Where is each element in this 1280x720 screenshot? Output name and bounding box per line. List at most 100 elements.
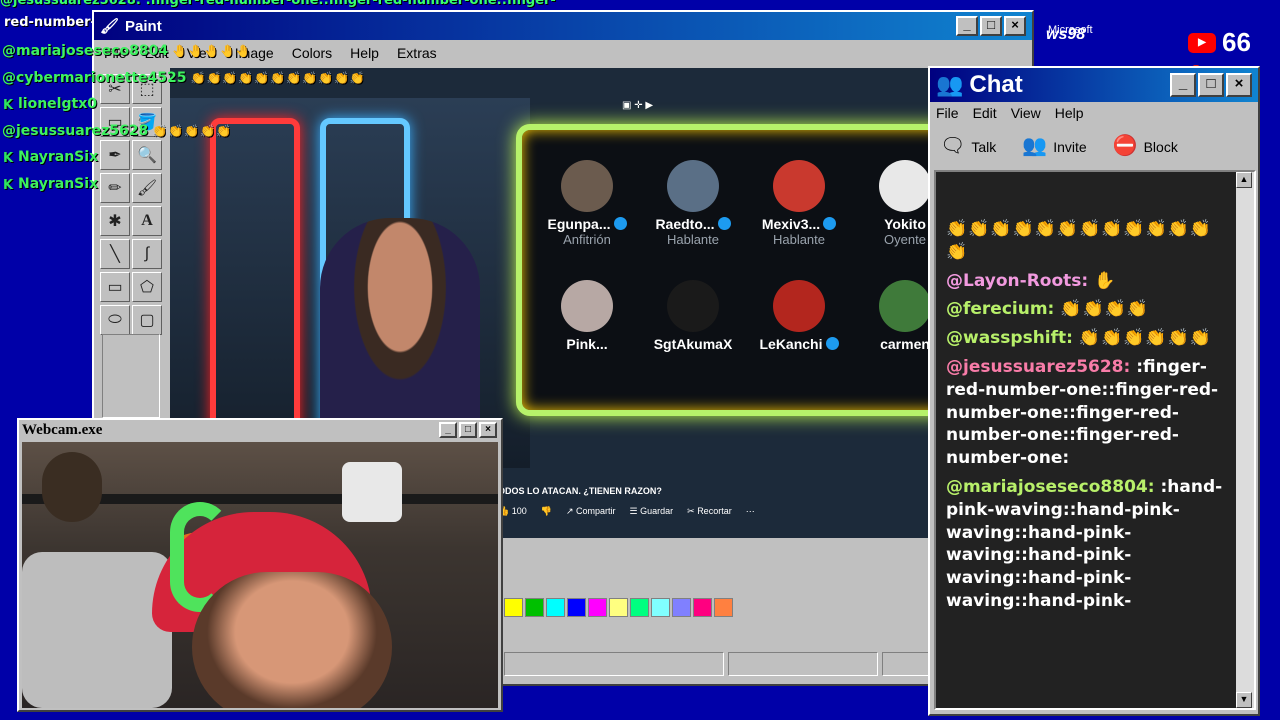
- chat-message: @jesussuarez5628: :finger-red-number-one…: [946, 356, 1232, 470]
- overlay-chat-row: @cybermarionette4525 👏👏👏👏👏👏👏👏👏👏👏: [2, 65, 1202, 92]
- chat-message: @wasspshift: 👏👏👏👏👏👏: [946, 327, 1232, 350]
- palette-swatch[interactable]: [525, 598, 544, 617]
- chat-messages[interactable]: 👏👏👏👏👏👏👏👏👏👏👏👏👏 @Layon-Roots: ✋ @ferecium: 👏…: [934, 170, 1256, 710]
- chair: [22, 552, 172, 708]
- maximize-button[interactable]: □: [459, 422, 477, 438]
- speaker-name: Raedto...: [638, 216, 748, 232]
- speaker-card[interactable]: Mexiv3... Hablante: [744, 160, 854, 247]
- rectangle-icon[interactable]: ▭: [100, 272, 130, 302]
- share-button[interactable]: ↗ Compartir: [566, 506, 616, 517]
- desktop: @jesussuarez5628: :finger-red-number-one…: [0, 0, 1280, 720]
- palette-swatch[interactable]: [546, 598, 565, 617]
- scrollbar[interactable]: ▲ ▼: [1236, 172, 1254, 708]
- more-icon[interactable]: ⋯: [746, 506, 755, 517]
- chat-text: 👏👏👏👏: [1060, 299, 1149, 320]
- talk-button[interactable]: 🗨 Talk: [940, 133, 996, 158]
- avatar: [879, 160, 931, 212]
- chat-message: 👏👏👏👏👏👏👏👏👏👏👏👏👏: [946, 218, 1232, 264]
- overlay-username: @mariajoseseco8804: [2, 43, 169, 60]
- speaker-card[interactable]: LeKanchi: [744, 280, 854, 352]
- users-icon: 👥: [936, 72, 964, 97]
- status-cell: [728, 652, 878, 676]
- talk-icon: 🗨: [940, 134, 966, 157]
- dislike-button[interactable]: 👎: [541, 506, 552, 517]
- palette-swatch[interactable]: [693, 598, 712, 617]
- scroll-down-icon[interactable]: ▼: [1236, 692, 1252, 708]
- chat-menu-edit[interactable]: Edit: [973, 105, 997, 121]
- tool-options[interactable]: [102, 334, 160, 418]
- chat-menu-file[interactable]: File: [936, 105, 959, 121]
- palette-swatch[interactable]: [609, 598, 628, 617]
- overlay-chat-row: K NayranSix: [2, 144, 402, 171]
- speaker-card[interactable]: Pink...: [532, 280, 642, 352]
- webcam-video: [22, 442, 498, 708]
- speaker-name: Egunpa...: [532, 216, 642, 232]
- overlay-top-line: @jesussuarez5628: :finger-red-number-one…: [0, 0, 556, 8]
- avatar: [561, 280, 613, 332]
- save-button[interactable]: ☰ Guardar: [630, 506, 674, 517]
- overlay-emotes: 👏👏👏👏👏👏👏👏👏👏👏: [190, 70, 366, 85]
- webcam-window[interactable]: Webcam.exe _ □ ×: [17, 418, 503, 712]
- chat-menu-view[interactable]: View: [1011, 105, 1041, 121]
- palette-swatch[interactable]: [630, 598, 649, 617]
- palette-swatch[interactable]: [504, 598, 523, 617]
- speaker-role: Hablante: [666, 232, 720, 247]
- chat-text: 👏👏👏👏👏👏👏👏👏👏👏👏👏: [946, 219, 1213, 262]
- ellipse-icon[interactable]: ⬭: [100, 305, 130, 335]
- minimize-button[interactable]: _: [439, 422, 457, 438]
- rounded-rect-icon[interactable]: ▢: [132, 305, 162, 335]
- palette-swatch[interactable]: [567, 598, 586, 617]
- speaker-role: Hablante: [772, 232, 826, 247]
- speaker-card[interactable]: Egunpa... Anfitrión: [532, 160, 642, 247]
- palette-swatch[interactable]: [714, 598, 733, 617]
- clip-button[interactable]: ✂ Recortar: [687, 506, 732, 517]
- curve-icon[interactable]: ∫: [132, 239, 162, 269]
- youtube-counter: ▶ 66: [1188, 27, 1251, 58]
- minimize-button[interactable]: _: [1170, 73, 1196, 97]
- color-palette: [504, 598, 733, 617]
- polygon-icon[interactable]: ⬠: [132, 272, 162, 302]
- overlay-username: @cybermarionette4525: [2, 69, 187, 86]
- line-icon[interactable]: ╲: [100, 239, 130, 269]
- speaker-card[interactable]: Raedto... Hablante: [638, 160, 748, 247]
- chat-menu-help[interactable]: Help: [1055, 105, 1084, 121]
- scroll-up-icon[interactable]: ▲: [1236, 172, 1252, 188]
- overlay-chat-row: @jesussuarez5628 👏👏👏👏👏: [2, 65, 1202, 145]
- close-button[interactable]: ×: [1004, 16, 1026, 36]
- block-button[interactable]: ⛔ Block: [1113, 133, 1178, 158]
- webcam-title: Webcam.exe: [19, 420, 501, 440]
- chat-window[interactable]: 👥 Chat _ □ × File Edit View Help 🗨 Talk 👥 Invi…: [928, 66, 1260, 716]
- palette-swatch[interactable]: [672, 598, 691, 617]
- speaker-name: SgtAkumaX: [653, 336, 733, 352]
- minimize-button[interactable]: _: [956, 16, 978, 36]
- menu-extras[interactable]: Extras: [397, 45, 437, 61]
- chat-username: @ferecium:: [946, 299, 1055, 320]
- chat-text: 👏👏👏👏👏👏: [1078, 328, 1212, 349]
- speaker-card[interactable]: SgtAkumaX: [638, 280, 748, 352]
- webcam-person: [192, 572, 392, 708]
- palette-swatch[interactable]: [651, 598, 670, 617]
- verified-icon: [823, 217, 837, 230]
- avatar: [667, 280, 719, 332]
- speaker-name: Mexiv3...: [744, 216, 854, 232]
- verified-icon: [717, 217, 731, 230]
- avatar: [773, 160, 825, 212]
- close-button[interactable]: ×: [1226, 73, 1252, 97]
- close-button[interactable]: ×: [479, 422, 497, 438]
- youtube-icon: ▶: [1188, 32, 1216, 53]
- airbrush-icon[interactable]: ✱: [100, 206, 130, 236]
- text-icon[interactable]: A: [132, 206, 162, 236]
- maximize-button[interactable]: □: [1198, 73, 1224, 97]
- chat-username: @Layon-Roots:: [946, 270, 1089, 291]
- player-controls: ▣ ✛ ▶: [622, 100, 654, 111]
- palette-swatch[interactable]: [588, 598, 607, 617]
- speaker-name: Pink...: [566, 336, 608, 352]
- figure: [42, 452, 102, 522]
- overlay-chat-row: @mariajoseseco8804 🤚🤚🤚🤚🤚: [2, 38, 1202, 77]
- block-icon: ⛔: [1112, 134, 1138, 157]
- paint-titlebar[interactable]: 🖌 Paint: [94, 12, 1032, 40]
- invite-button[interactable]: 👥 Invite: [1022, 133, 1086, 158]
- brand-text: ws98: [1046, 26, 1086, 43]
- maximize-button[interactable]: □: [980, 16, 1002, 36]
- figure: [342, 462, 402, 522]
